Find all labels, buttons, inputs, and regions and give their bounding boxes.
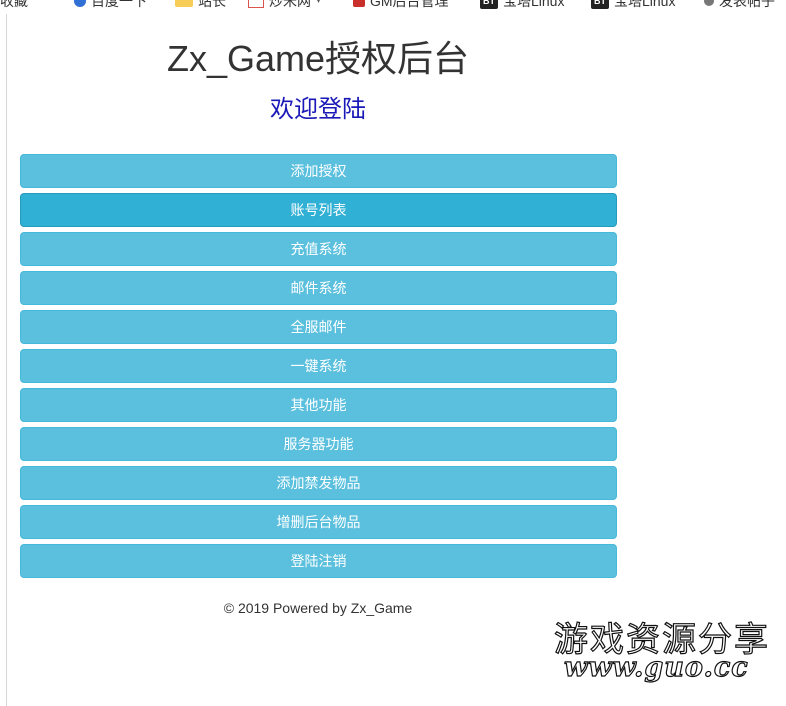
other-functions-button[interactable]: 其他功能 xyxy=(20,388,617,422)
bt-icon: BT xyxy=(591,0,609,9)
bt-icon: BT xyxy=(480,0,498,9)
bookmark-label: GM后台管理 xyxy=(370,0,449,9)
bookmark-bt-2[interactable]: BT 宝塔Linux xyxy=(591,0,675,11)
footer-copyright: © 2019 Powered by Zx_Game xyxy=(223,600,413,616)
add-license-button[interactable]: 添加授权 xyxy=(20,154,617,188)
bookmark-label: 宝塔Linux xyxy=(503,0,565,9)
recharge-system-button[interactable]: 充值系统 xyxy=(20,232,617,266)
gm-icon xyxy=(353,0,365,7)
bookmarks-bar: 收藏 百度一下 站长 炒米网 ▾ GM后台管理 BT 宝塔Linux BT 宝塔… xyxy=(0,0,786,11)
mail-system-button[interactable]: 邮件系统 xyxy=(20,271,617,305)
page-title: Zx_Game授权后台 xyxy=(166,38,470,79)
watermark: 游戏资源分享 www.guo.cc xyxy=(548,612,778,692)
bookmark-baidu[interactable]: 百度一下 xyxy=(74,0,147,11)
bookmark-label: 宝塔Linux xyxy=(614,0,676,9)
server-functions-button[interactable]: 服务器功能 xyxy=(20,427,617,461)
bookmark-label: 收藏 xyxy=(0,0,28,9)
bookmark-zhanzhang[interactable]: 站长 xyxy=(175,0,226,11)
main-menu: 添加授权 账号列表 充值系统 邮件系统 全服邮件 一键系统 其他功能 服务器功能… xyxy=(20,154,617,583)
server-wide-mail-button[interactable]: 全服邮件 xyxy=(20,310,617,344)
site-icon xyxy=(248,0,264,8)
bookmark-chaomi[interactable]: 炒米网 ▾ xyxy=(248,0,321,11)
bookmark-label: 发表帖子 xyxy=(719,0,775,9)
logout-button[interactable]: 登陆注销 xyxy=(20,544,617,578)
watermark-title: 游戏资源分享 xyxy=(553,619,770,660)
baidu-icon xyxy=(74,0,86,7)
bookmark-label: 百度一下 xyxy=(91,0,147,9)
account-list-button[interactable]: 账号列表 xyxy=(20,193,617,227)
bookmark-label: 站长 xyxy=(198,0,226,9)
bookmark-gm[interactable]: GM后台管理 xyxy=(353,0,449,11)
add-banned-items-button[interactable]: 添加禁发物品 xyxy=(20,466,617,500)
bookmark-bt-1[interactable]: BT 宝塔Linux xyxy=(480,0,564,11)
one-click-system-button[interactable]: 一键系统 xyxy=(20,349,617,383)
chevron-down-icon: ▾ xyxy=(316,0,322,6)
manage-backend-items-button[interactable]: 增删后台物品 xyxy=(20,505,617,539)
folder-icon xyxy=(175,0,193,7)
bookmark-label: 炒米网 xyxy=(269,0,311,9)
page-subtitle: 欢迎登陆 xyxy=(270,96,366,123)
watermark-url: www.guo.cc xyxy=(563,651,749,683)
bookmark-post[interactable]: 发表帖子 xyxy=(704,0,775,11)
bookmark-favorites[interactable]: 收藏 xyxy=(0,0,28,11)
post-icon xyxy=(704,0,714,6)
